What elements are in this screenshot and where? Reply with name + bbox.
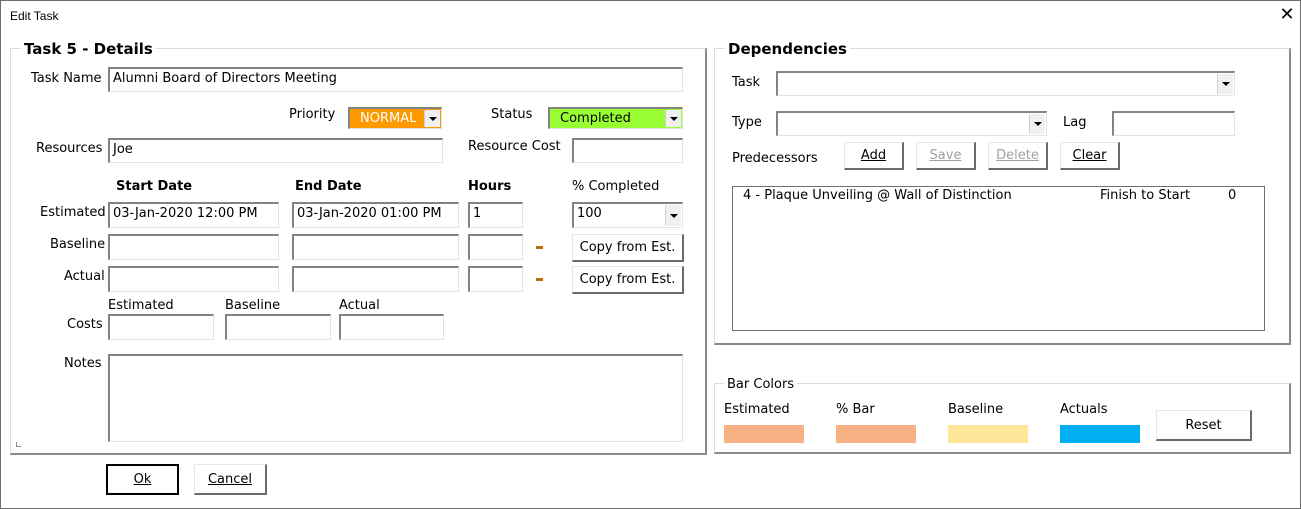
notes-textarea[interactable]: [108, 354, 683, 442]
dep-type-dropdown[interactable]: [776, 111, 1047, 136]
hours-header: Hours: [468, 179, 512, 194]
estimated-label: Estimated: [40, 205, 106, 220]
dep-task-label: Task: [732, 75, 761, 90]
bar-colors-title: Bar Colors: [724, 377, 798, 392]
chevron-down-icon[interactable]: [1217, 74, 1233, 94]
predecessors-label: Predecessors: [732, 151, 818, 166]
bar-estimated-label: Estimated: [724, 402, 790, 417]
baseline-label: Baseline: [50, 237, 106, 252]
resources-label: Resources: [36, 141, 103, 156]
close-icon[interactable]: ✕: [1277, 5, 1297, 25]
bar-pct-swatch[interactable]: [836, 425, 916, 443]
costs-baseline-label: Baseline: [225, 298, 281, 313]
predecessors-list[interactable]: 4 - Plaque Unveiling @ Wall of Distincti…: [732, 186, 1265, 331]
save-button: Save: [916, 142, 976, 170]
costs-baseline-input[interactable]: [225, 314, 331, 340]
bar-pct-label: % Bar: [836, 402, 875, 417]
dependencies-title: Dependencies: [725, 40, 850, 58]
bar-baseline-label: Baseline: [948, 402, 1004, 417]
delete-button: Delete: [988, 142, 1048, 170]
details-title: Task 5 - Details: [21, 40, 156, 58]
estimated-end-input[interactable]: 03-Jan-2020 01:00 PM: [292, 202, 459, 228]
add-button[interactable]: Add: [844, 142, 904, 170]
end-date-header: End Date: [295, 179, 362, 194]
priority-dropdown[interactable]: NORMAL: [348, 107, 442, 129]
actual-dash: [536, 278, 543, 281]
resource-cost-input[interactable]: [572, 138, 683, 163]
costs-actual-input[interactable]: [339, 314, 444, 340]
baseline-end-input[interactable]: [292, 234, 459, 260]
actual-hours-input[interactable]: [468, 266, 523, 292]
status-value: Completed: [560, 111, 631, 126]
costs-label: Costs: [67, 317, 103, 332]
pct-completed-header: % Completed: [572, 179, 660, 194]
notes-label: Notes: [64, 356, 102, 371]
priority-label: Priority: [289, 107, 336, 122]
start-date-header: Start Date: [116, 179, 193, 194]
ok-button[interactable]: Ok: [106, 464, 179, 495]
dep-type-label: Type: [732, 115, 762, 130]
delete-label: Delete: [996, 148, 1039, 163]
bar-estimated-swatch[interactable]: [724, 425, 804, 443]
cancel-button[interactable]: Cancel: [194, 464, 267, 495]
chevron-down-icon[interactable]: [665, 205, 681, 226]
lag-input[interactable]: [1112, 111, 1235, 136]
task-name-input[interactable]: Alumni Board of Directors Meeting: [108, 67, 683, 92]
lag-label: Lag: [1063, 115, 1087, 130]
edit-task-dialog: Edit Task ✕ Task 5 - Details Task Name A…: [0, 0, 1301, 509]
baseline-hours-input[interactable]: [468, 234, 523, 260]
chevron-down-icon[interactable]: [424, 110, 440, 127]
list-item[interactable]: 4 - Plaque Unveiling @ Wall of Distincti…: [743, 188, 1263, 206]
ok-label: Ok: [133, 472, 152, 487]
bar-baseline-swatch[interactable]: [948, 425, 1028, 443]
dep-task-dropdown[interactable]: [776, 71, 1235, 96]
reset-button[interactable]: Reset: [1156, 410, 1252, 441]
status-dropdown[interactable]: Completed: [548, 107, 683, 129]
predecessor-lag: 0: [1228, 188, 1237, 203]
status-label: Status: [491, 107, 533, 122]
baseline-start-input[interactable]: [108, 234, 279, 260]
actual-start-input[interactable]: [108, 266, 279, 292]
chevron-down-icon[interactable]: [1029, 114, 1045, 134]
bar-actuals-label: Actuals: [1060, 402, 1108, 417]
costs-actual-label: Actual: [339, 298, 380, 313]
resize-grip-icon[interactable]: [16, 442, 21, 447]
resource-cost-label: Resource Cost: [468, 139, 561, 154]
estimated-start-input[interactable]: 03-Jan-2020 12:00 PM: [108, 202, 279, 228]
baseline-copy-button[interactable]: Copy from Est.: [572, 234, 684, 262]
costs-estimated-label: Estimated: [108, 298, 174, 313]
clear-label: Clear: [1072, 148, 1107, 163]
priority-value: NORMAL: [360, 111, 417, 126]
estimated-hours-input[interactable]: 1: [468, 202, 523, 228]
baseline-dash: [536, 246, 543, 249]
clear-button[interactable]: Clear: [1060, 142, 1120, 170]
window-title: Edit Task: [10, 9, 59, 23]
add-label: Add: [860, 148, 887, 163]
actual-label: Actual: [64, 269, 105, 284]
actual-end-input[interactable]: [292, 266, 459, 292]
save-label: Save: [929, 148, 962, 163]
predecessor-type: Finish to Start: [1100, 188, 1191, 203]
costs-estimated-input[interactable]: [108, 314, 214, 340]
pct-completed-dropdown[interactable]: 100: [572, 202, 683, 228]
predecessor-task: 4 - Plaque Unveiling @ Wall of Distincti…: [743, 188, 1012, 203]
bar-actuals-swatch[interactable]: [1060, 425, 1140, 443]
actual-copy-button[interactable]: Copy from Est.: [572, 266, 684, 294]
chevron-down-icon[interactable]: [665, 110, 681, 127]
pct-completed-value: 100: [577, 206, 602, 221]
cancel-label: Cancel: [207, 472, 253, 487]
resources-input[interactable]: Joe: [108, 138, 443, 163]
task-name-label: Task Name: [31, 71, 102, 86]
